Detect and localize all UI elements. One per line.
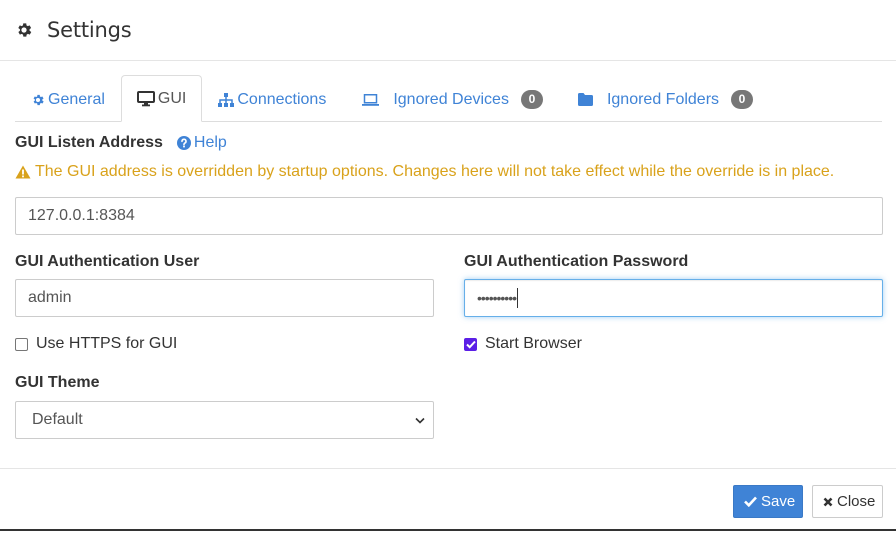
tab-label: Ignored Devices — [393, 90, 509, 108]
listen-address-value: 127.0.0.1:8384 — [28, 207, 135, 224]
theme-label: GUI Theme — [15, 374, 100, 391]
save-label: Save — [761, 493, 796, 510]
auth-password-input[interactable]: •••••••••• — [464, 279, 883, 317]
question-circle-icon — [176, 136, 191, 150]
theme-selected-value: Default — [32, 411, 83, 428]
close-icon — [823, 497, 833, 507]
chevron-down-icon — [415, 417, 425, 424]
check-icon — [744, 496, 757, 507]
close-label: Close — [837, 493, 876, 510]
tab-general[interactable]: General — [15, 76, 121, 122]
auth-password-value: •••••••••• — [477, 290, 517, 306]
tab-label: GUI — [157, 89, 187, 107]
tab-ignored-devices[interactable]: Ignored Devices 0 — [342, 76, 559, 122]
tab-label: Ignored Folders — [606, 90, 720, 108]
gear-icon — [31, 93, 45, 107]
override-warning: The GUI address is overridden by startup… — [15, 163, 834, 181]
sitemap-icon — [218, 92, 235, 107]
start-browser-checkbox-row[interactable]: Start Browser — [464, 335, 582, 353]
ignored-devices-count-badge: 0 — [520, 90, 543, 109]
use-https-label: Use HTTPS for GUI — [36, 335, 178, 352]
tab-connections[interactable]: Connections — [202, 76, 342, 122]
listen-address-input[interactable]: 127.0.0.1:8384 — [15, 197, 883, 235]
auth-user-input[interactable]: admin — [15, 279, 434, 317]
modal-footer: Save Close — [0, 468, 896, 531]
settings-tabs: General GUI Connections Ignored Devices … — [15, 75, 882, 122]
listen-address-label-row: GUI Listen Address Help — [15, 134, 227, 152]
save-button[interactable]: Save — [733, 485, 803, 518]
tab-gui[interactable]: GUI — [120, 75, 203, 122]
auth-password-label: GUI Authentication Password — [464, 253, 689, 270]
listen-address-label: GUI Listen Address — [15, 134, 163, 151]
checkmark-icon — [465, 340, 476, 349]
tab-ignored-folders[interactable]: Ignored Folders 0 — [559, 76, 769, 122]
folder-icon — [577, 93, 593, 106]
desktop-icon — [136, 90, 155, 107]
settings-modal: Settings General GUI Connections Ignored… — [0, 0, 896, 531]
modal-header: Settings — [0, 0, 896, 61]
auth-user-value: admin — [28, 289, 72, 306]
ignored-folders-count-badge: 0 — [731, 90, 754, 109]
help-link[interactable]: Help — [176, 134, 227, 152]
text-caret — [517, 288, 519, 308]
modal-title: Settings — [47, 18, 132, 42]
override-warning-text: The GUI address is overridden by startup… — [35, 163, 835, 180]
theme-select[interactable]: Default — [15, 401, 434, 439]
start-browser-checkbox[interactable] — [464, 337, 477, 351]
use-https-checkbox-row[interactable]: Use HTTPS for GUI — [15, 335, 177, 353]
close-button[interactable]: Close — [812, 485, 883, 518]
laptop-icon — [362, 93, 380, 106]
help-label: Help — [193, 134, 227, 151]
warning-triangle-icon — [15, 165, 31, 179]
auth-user-label: GUI Authentication User — [15, 253, 200, 270]
gear-icon — [15, 21, 33, 39]
tab-label: Connections — [237, 90, 327, 108]
tab-label: General — [48, 90, 105, 108]
start-browser-label: Start Browser — [485, 335, 582, 352]
use-https-checkbox[interactable] — [15, 337, 28, 351]
